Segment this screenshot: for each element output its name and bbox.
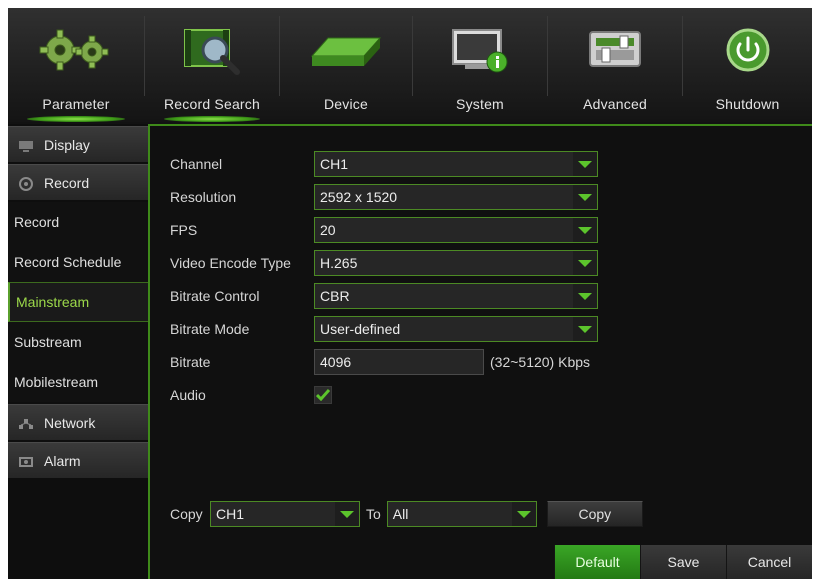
channel-row: Channel CH1 [170, 150, 598, 178]
nav-label: Device [324, 96, 368, 112]
cancel-button[interactable]: Cancel [726, 545, 812, 579]
nav-record-search[interactable]: Record Search [145, 8, 279, 122]
nav-shutdown[interactable]: Shutdown [683, 8, 812, 122]
gears-icon [36, 18, 116, 82]
bitrate-range-hint: (32~5120) Kbps [490, 354, 591, 370]
nav-label: Record Search [164, 96, 260, 112]
bitrate-mode-select[interactable]: User-defined [314, 316, 598, 342]
channel-label: Channel [170, 156, 223, 172]
save-button[interactable]: Save [640, 545, 726, 579]
hover-indicator [163, 116, 261, 122]
default-button[interactable]: Default [554, 545, 640, 579]
nav-label: System [456, 96, 504, 112]
sidebar-item-record-schedule[interactable]: Record Schedule [8, 242, 148, 282]
network-icon [18, 417, 34, 429]
sidebar-item-record[interactable]: Record [8, 202, 148, 242]
resolution-row: Resolution 2592 x 1520 [170, 183, 598, 211]
power-icon [718, 18, 778, 82]
sidebar-alarm-label: Alarm [44, 452, 81, 469]
encode-type-value: H.265 [320, 255, 358, 271]
sidebar-item-mobilestream[interactable]: Mobilestream [8, 362, 148, 402]
hard-drive-icon [306, 18, 386, 82]
chevron-down-icon[interactable] [573, 317, 597, 341]
film-search-icon [177, 18, 247, 82]
nav-label: Advanced [583, 96, 647, 112]
audio-label: Audio [170, 387, 206, 403]
resolution-label: Resolution [170, 189, 237, 205]
dvr-window: Parameter Record Search Device System Ad… [8, 8, 812, 579]
sidebar-display-label: Display [44, 136, 90, 153]
chevron-down-icon[interactable] [573, 152, 597, 176]
resolution-select[interactable]: 2592 x 1520 [314, 184, 598, 210]
copy-to-value: All [392, 506, 409, 522]
sidebar-alarm[interactable]: Alarm [8, 442, 148, 478]
bitrate-row: Bitrate 4096 (32~5120) Kbps [170, 348, 590, 376]
encode-type-select[interactable]: H.265 [314, 250, 598, 276]
chevron-down-icon[interactable] [511, 502, 536, 526]
film-reel-icon [18, 176, 34, 191]
fps-select[interactable]: 20 [314, 217, 598, 243]
nav-label: Shutdown [715, 96, 780, 112]
bitrate-mode-value: User-defined [320, 321, 401, 337]
chevron-down-icon[interactable] [573, 218, 597, 242]
resolution-value: 2592 x 1520 [320, 189, 398, 205]
checkmark-icon [316, 389, 330, 401]
bitrate-control-value: CBR [320, 288, 350, 304]
sidebar-item-substream[interactable]: Substream [8, 322, 148, 362]
chevron-down-icon[interactable] [573, 251, 597, 275]
bitrate-control-select[interactable]: CBR [314, 283, 598, 309]
copy-button[interactable]: Copy [546, 501, 643, 527]
bitrate-mode-row: Bitrate Mode User-defined [170, 315, 598, 343]
action-buttons: Default Save Cancel [554, 545, 812, 579]
sidebar-item-mainstream[interactable]: Mainstream [8, 282, 148, 322]
mainstream-settings-panel: Channel CH1 Resolution 2592 x 1520 FPS 2… [148, 124, 812, 579]
sidebar-network-label: Network [44, 414, 96, 431]
fps-label: FPS [170, 222, 198, 238]
copy-label: Copy [170, 506, 203, 522]
chevron-down-icon[interactable] [335, 502, 359, 526]
bitrate-input[interactable]: 4096 [314, 349, 484, 375]
copy-from-value: CH1 [216, 506, 245, 522]
copy-to-label: To [366, 506, 381, 522]
chevron-down-icon[interactable] [573, 284, 597, 308]
copy-from-select[interactable]: CH1 [210, 501, 360, 527]
bitrate-control-row: Bitrate Control CBR [170, 282, 598, 310]
bitrate-mode-label: Bitrate Mode [170, 321, 250, 337]
sidebar: Display Record Record Record Schedule Ma… [8, 124, 148, 579]
sidebar-record-label: Record [44, 174, 90, 191]
channel-select[interactable]: CH1 [314, 151, 598, 177]
fps-value: 20 [320, 222, 336, 238]
channel-value: CH1 [320, 156, 349, 172]
encode-type-row: Video Encode Type H.265 [170, 249, 598, 277]
nav-label: Parameter [42, 96, 110, 112]
fps-row: FPS 20 [170, 216, 598, 244]
audio-row: Audio [170, 381, 332, 409]
alarm-icon [18, 455, 34, 467]
nav-advanced[interactable]: Advanced [548, 8, 682, 122]
copy-to-select[interactable]: All [386, 501, 537, 527]
sidebar-record[interactable]: Record [8, 164, 148, 200]
nav-device[interactable]: Device [280, 8, 412, 122]
bitrate-label: Bitrate [170, 354, 211, 370]
nav-parameter[interactable]: Parameter [8, 8, 144, 122]
advanced-panel-icon [580, 18, 650, 82]
chevron-down-icon[interactable] [573, 185, 597, 209]
sidebar-network[interactable]: Network [8, 404, 148, 440]
audio-checkbox[interactable] [314, 386, 332, 404]
active-indicator [27, 116, 125, 122]
nav-system[interactable]: System [413, 8, 547, 122]
monitor-info-icon [445, 18, 515, 82]
sidebar-display[interactable]: Display [8, 126, 148, 162]
monitor-icon [18, 139, 34, 152]
top-navigation: Parameter Record Search Device System Ad… [8, 8, 812, 122]
bitrate-control-label: Bitrate Control [170, 288, 260, 304]
encode-type-label: Video Encode Type [170, 255, 291, 271]
copy-row: Copy CH1 To All Copy [170, 500, 643, 528]
